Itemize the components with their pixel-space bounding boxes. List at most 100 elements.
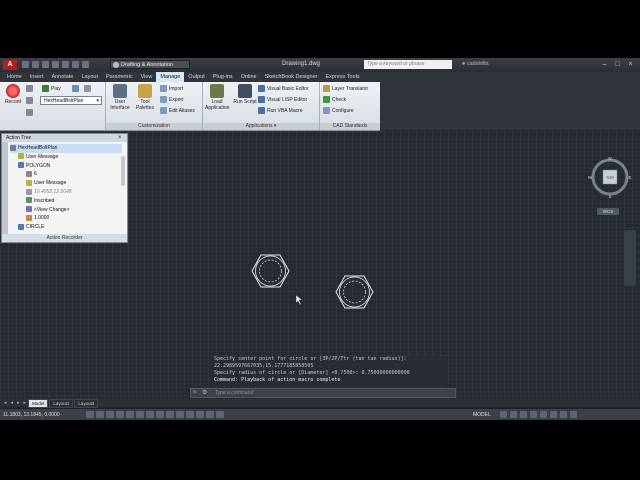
manage-macro-button[interactable]	[84, 84, 93, 94]
layout-tab-layout2[interactable]: Layout2	[74, 398, 99, 408]
otrack-icon[interactable]	[156, 411, 164, 418]
load-application-button[interactable]: Load Application	[205, 84, 229, 111]
minimize-icon[interactable]: –	[601, 61, 608, 68]
plot-icon[interactable]	[62, 61, 69, 68]
layer-translator-button[interactable]: Layer Translator	[323, 84, 368, 94]
action-tree-node[interactable]: <View Change>	[10, 206, 122, 215]
selection-cycling-icon[interactable]	[216, 411, 224, 418]
hex-bolt-left[interactable]	[251, 254, 290, 288]
action-tree-node[interactable]: 6	[10, 170, 122, 179]
action-tree-node[interactable]: User Message	[10, 153, 122, 162]
new-icon[interactable]	[22, 61, 29, 68]
command-line[interactable]: × ⚙ Type a command	[190, 388, 456, 398]
saveas-icon[interactable]	[52, 61, 59, 68]
tab-parametric[interactable]: Parametric	[102, 72, 137, 82]
annotation-scale-icon[interactable]	[520, 411, 527, 418]
palette-sidebar[interactable]	[2, 142, 8, 234]
compass-south[interactable]: S	[608, 194, 611, 199]
tab-output[interactable]: Output	[184, 72, 209, 82]
application-menu-button[interactable]: A	[3, 60, 17, 70]
workspace-switching-icon[interactable]	[540, 411, 547, 418]
wcs-menu[interactable]: WCS	[597, 208, 619, 215]
tab-sketchbook-designer[interactable]: SketchBook Designer	[261, 72, 322, 82]
undo-icon[interactable]	[72, 61, 79, 68]
action-tree-node[interactable]: CIRCLE	[10, 223, 122, 232]
layout-tab-layout1[interactable]: Layout1	[49, 398, 74, 408]
redo-icon[interactable]	[82, 61, 89, 68]
annotation-visibility-icon[interactable]	[530, 411, 537, 418]
tab-view[interactable]: View	[137, 72, 157, 82]
action-tree-node[interactable]: 1.0000	[10, 214, 122, 223]
lisp-editor-button[interactable]: Visual LISP Editor	[258, 95, 307, 105]
wrench-icon[interactable]: ⚙	[202, 390, 207, 397]
export-button[interactable]: Export	[160, 95, 183, 105]
transparency-icon[interactable]	[196, 411, 204, 418]
tab-plug-ins[interactable]: Plug-ins	[209, 72, 237, 82]
grid-icon[interactable]	[106, 411, 114, 418]
navigation-bar[interactable]	[624, 230, 636, 286]
close-icon[interactable]: ×	[118, 135, 124, 141]
infer-constraints-icon[interactable]	[86, 411, 94, 418]
action-tree-node[interactable]: User Message	[10, 179, 122, 188]
action-tree-node[interactable]: Inscribed	[10, 197, 122, 206]
cad-standards-panel-title[interactable]: CAD Standards	[320, 123, 380, 130]
dyn-icon[interactable]	[176, 411, 184, 418]
coordinate-readout[interactable]: 11.1803, 13.1845, 0.0000	[3, 411, 60, 419]
request-input-button[interactable]	[26, 96, 35, 106]
save-icon[interactable]	[42, 61, 49, 68]
macro-dropdown[interactable]: HexHeadBoltPlan ▾	[40, 96, 102, 105]
open-icon[interactable]	[32, 61, 39, 68]
polar-icon[interactable]	[126, 411, 134, 418]
action-tree-node[interactable]: HexHeadBoltPlan	[10, 144, 122, 153]
run-vba-button[interactable]: Run VBA Macro	[258, 106, 303, 116]
compass-east[interactable]: E	[628, 175, 631, 180]
tab-online[interactable]: Online	[237, 72, 261, 82]
layout-tab-model[interactable]: Model	[28, 398, 49, 408]
tab-layout[interactable]: Layout	[77, 72, 102, 82]
ortho-icon[interactable]	[116, 411, 124, 418]
configure-button[interactable]: Configure	[323, 106, 354, 116]
tab-manage[interactable]: Manage	[156, 72, 185, 82]
customization-panel-title[interactable]: Customization	[106, 123, 202, 130]
vb-editor-button[interactable]: Visual Basic Editor	[258, 84, 309, 94]
isolate-objects-icon[interactable]	[560, 411, 567, 418]
quick-view-drawings-icon[interactable]	[510, 411, 517, 418]
search-input[interactable]: Type a keyword or phrase	[364, 60, 452, 69]
close-icon[interactable]: ×	[193, 390, 197, 397]
command-input[interactable]: Type a command	[215, 389, 253, 397]
tab-express-tools[interactable]: Express Tools	[321, 72, 363, 82]
action-tree-scrollbar[interactable]	[121, 156, 125, 186]
play-button[interactable]: Play	[42, 84, 61, 94]
user-interface-button[interactable]: User Interface	[108, 84, 132, 111]
compass-north[interactable]: N	[608, 156, 611, 161]
applications-panel-title[interactable]: Applications ▾	[203, 123, 319, 130]
snap-icon[interactable]	[96, 411, 104, 418]
insert-base-point-button[interactable]	[26, 108, 35, 118]
user-sign-in[interactable]: ● cadshifts	[462, 61, 489, 67]
tab-insert[interactable]: Insert	[26, 72, 48, 82]
action-tree-node[interactable]: 10.4052,12.5048	[10, 188, 122, 197]
edit-aliases-button[interactable]: Edit Aliases	[160, 106, 195, 116]
insert-message-button[interactable]	[26, 84, 35, 94]
lineweight-icon[interactable]	[186, 411, 194, 418]
hex-bolt-right[interactable]	[335, 275, 374, 309]
record-button[interactable]: Record	[1, 84, 25, 105]
run-script-button[interactable]: Run Script	[233, 84, 257, 105]
clean-screen-icon[interactable]	[570, 411, 577, 418]
viewcube[interactable]: TOP N S E W	[588, 155, 632, 199]
quick-properties-icon[interactable]	[206, 411, 214, 418]
3d-osnap-icon[interactable]	[146, 411, 154, 418]
action-tree-node[interactable]: POLYGON	[10, 162, 122, 171]
ducs-icon[interactable]	[166, 411, 174, 418]
maximize-icon[interactable]: □	[614, 61, 621, 68]
model-space-toggle[interactable]: MODEL	[473, 411, 491, 419]
tab-home[interactable]: Home	[3, 72, 26, 82]
import-button[interactable]: Import	[160, 84, 183, 94]
osnap-icon[interactable]	[136, 411, 144, 418]
lock-icon[interactable]	[550, 411, 557, 418]
close-icon[interactable]: ×	[627, 61, 634, 68]
workspace-dropdown[interactable]: Drafting & Annotation	[110, 60, 190, 69]
action-tree-title[interactable]: Action Tree	[2, 134, 127, 142]
check-button[interactable]: Check	[323, 95, 346, 105]
tool-palettes-button[interactable]: Tool Palettes	[133, 84, 157, 111]
